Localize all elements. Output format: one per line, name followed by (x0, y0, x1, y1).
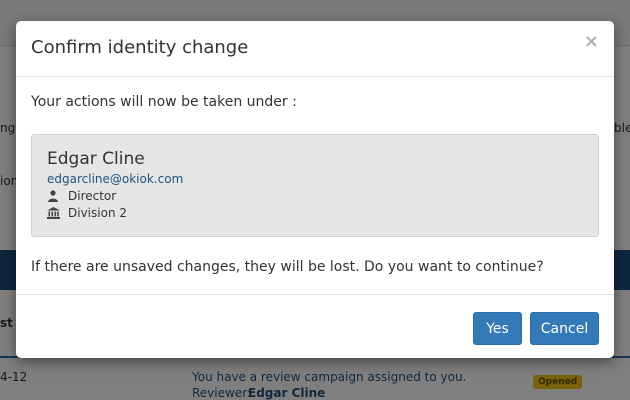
user-name: Edgar Cline (47, 149, 145, 169)
modal-footer: Yes Cancel (16, 294, 614, 358)
warning-text: If there are unsaved changes, they will … (31, 259, 544, 275)
user-icon (47, 190, 61, 202)
user-email[interactable]: edgarcline@okiok.com (47, 172, 183, 186)
yes-button[interactable]: Yes (473, 312, 522, 345)
close-icon[interactable]: × (584, 33, 599, 51)
user-division: Division 2 (68, 206, 127, 220)
confirm-identity-dialog: Confirm identity change × Your actions w… (16, 21, 614, 358)
user-role: Director (68, 189, 117, 203)
modal-title: Confirm identity change (31, 37, 249, 58)
bank-icon (47, 207, 61, 219)
user-role-row: Director (47, 189, 116, 203)
cancel-button[interactable]: Cancel (530, 312, 599, 345)
user-division-row: Division 2 (47, 206, 127, 220)
modal-header: Confirm identity change × (16, 21, 614, 77)
user-card: Edgar Cline edgarcline@okiok.com Directo… (31, 134, 599, 237)
intro-text: Your actions will now be taken under : (31, 94, 297, 110)
